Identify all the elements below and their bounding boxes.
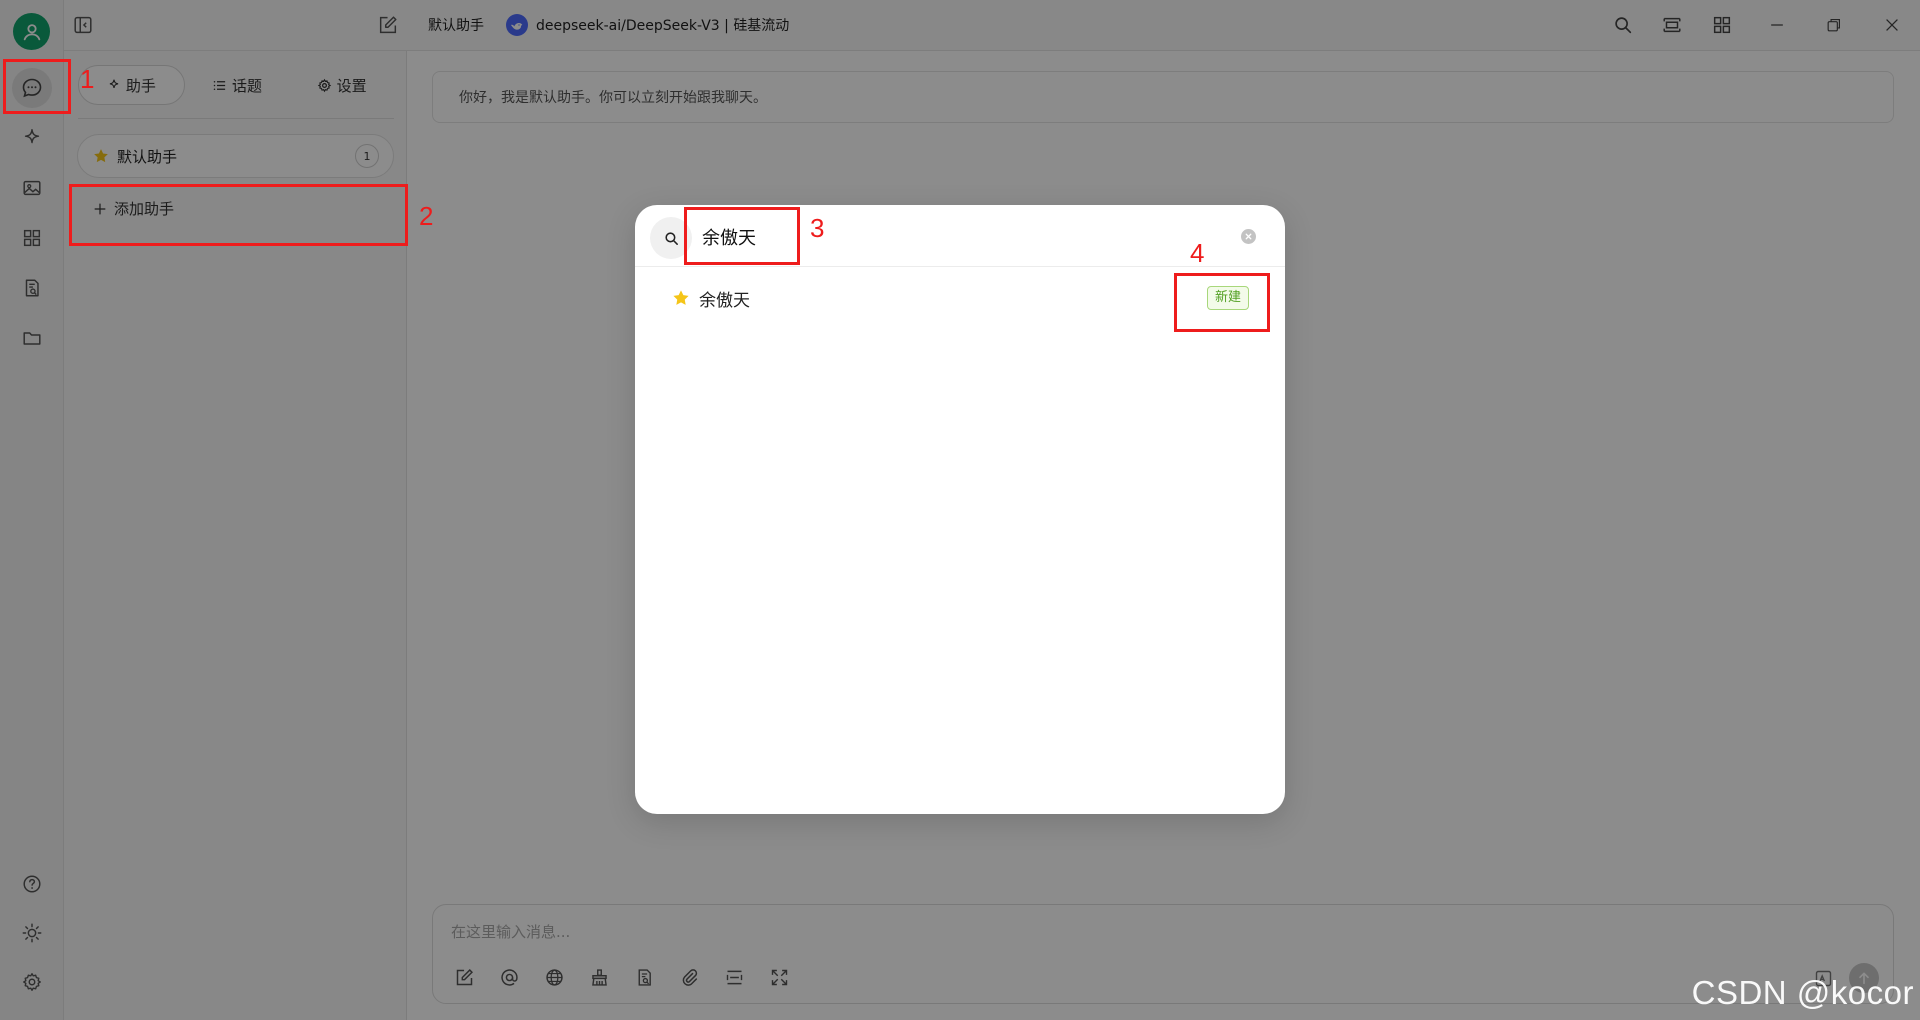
- watermark: CSDN @kocor: [1691, 974, 1914, 1011]
- close-icon: [1245, 233, 1252, 240]
- modal-search-bar: [635, 205, 1285, 267]
- annotation-number-2: 2: [419, 201, 434, 231]
- search-icon: [664, 231, 678, 245]
- annotation-number-3: 3: [810, 213, 825, 243]
- search-result-item[interactable]: 余傲天 新建: [635, 273, 1285, 323]
- clear-search-button[interactable]: [1241, 229, 1256, 244]
- star-icon: [673, 290, 689, 305]
- result-name: 余傲天: [699, 290, 750, 311]
- annotation-number-4: 4: [1190, 238, 1205, 268]
- assistant-search-input[interactable]: [702, 219, 1182, 255]
- new-badge[interactable]: 新建: [1206, 286, 1249, 310]
- add-assistant-modal: 余傲天 新建: [635, 205, 1285, 814]
- search-icon-badge: [650, 217, 692, 259]
- annotation-number-1: 1: [80, 64, 95, 94]
